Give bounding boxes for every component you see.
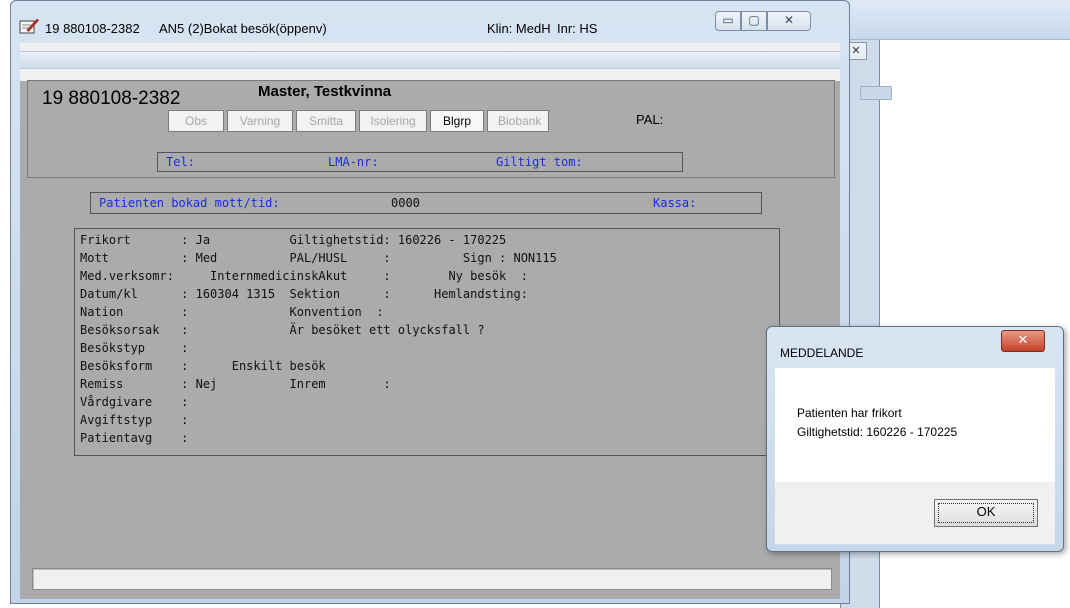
patient-name: Master, Testkvinna <box>258 83 392 100</box>
minimize-icon[interactable]: ▭ <box>715 11 741 31</box>
maximize-icon[interactable]: ▢ <box>741 11 767 31</box>
isolering-button[interactable]: Isolering <box>359 110 427 132</box>
dialog-close-icon[interactable]: ✕ <box>1001 330 1045 352</box>
title-clinic: Klin: MedH <box>487 21 551 36</box>
dialog-message-line1: Patienten har frikort <box>797 406 902 420</box>
detail-row-frikort: Frikort : Ja Giltighetstid: 160226 - 170… <box>80 233 507 247</box>
valid-until-label: Giltigt tom: <box>496 155 583 169</box>
pal-label: PAL: <box>636 112 664 127</box>
detail-row-besoksform: Besöksform : Enskilt besök <box>80 359 326 373</box>
obs-button[interactable]: Obs <box>168 110 224 132</box>
message-dialog: MEDDELANDE ✕ Patienten har frikort Gilti… <box>766 326 1064 552</box>
lma-label: LMA-nr: <box>328 155 379 169</box>
detail-row-remiss: Remiss : Nej Inrem : <box>80 377 391 391</box>
tel-label: Tel: <box>166 155 195 169</box>
dialog-body: Patienten har frikort Giltighetstid: 160… <box>775 368 1055 482</box>
contact-box: Tel: LMA-nr: Giltigt tom: <box>157 152 683 172</box>
detail-row-mott: Mott : Med PAL/HUSL : Sign : NON115 <box>80 251 557 265</box>
flag-button-row: Obs Varning Smitta Isolering Blgrp Bioba… <box>168 110 549 132</box>
varning-button[interactable]: Varning <box>227 110 293 132</box>
title-inr: Inr: HS <box>557 21 598 36</box>
detail-row-datum: Datum/kl : 160304 1315 Sektion : Hemland… <box>80 287 528 301</box>
booking-box: Patienten bokad mott/tid: 0000 Kassa: <box>90 192 762 214</box>
booking-label: Patienten bokad mott/tid: <box>99 196 280 210</box>
toolbar-area <box>20 43 840 81</box>
app-pen-icon <box>19 18 39 34</box>
detail-row-besoksorsak: Besöksorsak : Är besöket ett olycksfall … <box>80 323 485 337</box>
detail-row-verksomr: Med.verksomr: InternmedicinskAkut : Ny b… <box>80 269 528 283</box>
toolbar-stripe <box>20 51 840 69</box>
blgrp-button[interactable]: Blgrp <box>430 110 484 132</box>
kassa-label: Kassa: <box>653 196 697 210</box>
background-window-bar <box>860 86 892 100</box>
window-title: AN5 (2)Bokat besök(öppenv) <box>159 21 327 36</box>
close-icon[interactable]: ✕ <box>767 11 811 31</box>
biobank-button[interactable]: Biobank <box>487 110 549 132</box>
title-personnummer: 19 880108-2382 <box>45 21 140 36</box>
dialog-footer: OK <box>775 482 1055 544</box>
status-bar <box>32 568 832 590</box>
booking-value: 0000 <box>391 196 420 210</box>
detail-row-avgiftstyp: Avgiftstyp : <box>80 413 189 427</box>
patient-personnummer: 19 880108-2382 <box>42 88 181 109</box>
dialog-message-line2: Giltighetstid: 160226 - 170225 <box>797 425 958 439</box>
title-bar[interactable]: 19 880108-2382 AN5 (2)Bokat besök(öppenv… <box>11 1 849 43</box>
ok-button[interactable]: OK <box>934 499 1038 527</box>
visit-details-box: Frikort : Ja Giltighetstid: 160226 - 170… <box>74 228 780 456</box>
detail-row-patientavg: Patientavg : <box>80 431 189 445</box>
detail-row-besokstyp: Besökstyp : <box>80 341 189 355</box>
smitta-button[interactable]: Smitta <box>296 110 356 132</box>
detail-row-vardgivare: Vårdgivare : <box>80 395 189 409</box>
detail-row-nation: Nation : Konvention : <box>80 305 384 319</box>
dialog-title: MEDDELANDE <box>780 346 864 360</box>
window-controls: ▭ ▢ ✕ <box>715 11 811 33</box>
